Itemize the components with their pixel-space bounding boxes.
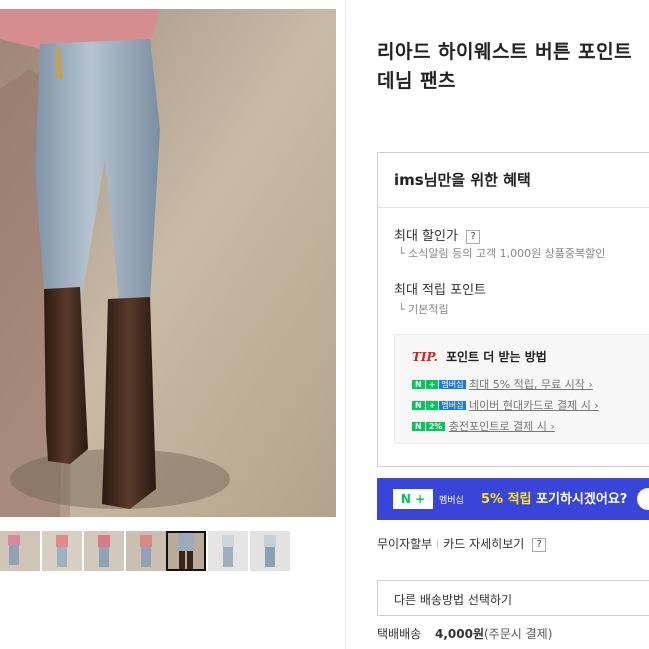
product-title: 리아드 하이웨스트 버튼 포인트 데님 팬츠 <box>377 38 649 96</box>
thumbnail-5-selected[interactable] <box>166 531 206 571</box>
thumbnail-3[interactable] <box>84 531 124 571</box>
max-points-label: 최대 적립 포인트 <box>394 283 486 298</box>
naver-plus-logo-icon: N + <box>393 489 433 509</box>
member-benefit-box: ims님만을 위한 혜택 최대 할인가 ? └ 소식알림 등의 고객 1,000… <box>377 152 649 467</box>
banner-circle-icon <box>637 488 649 510</box>
question-mark-icon[interactable]: ? <box>466 230 481 244</box>
tip-row-membership-start[interactable]: N + 멤버십 최대 5% 적립, 무료 시작 › <box>412 376 593 392</box>
product-title-line-1: 리아드 하이웨스트 버튼 포인트 <box>377 41 633 63</box>
max-points-detail-text: 기본적립 <box>408 303 449 316</box>
tip-row-charge-points[interactable]: N 2% 충전포인트로 결제 시 › <box>412 418 555 434</box>
main-product-photo <box>0 9 336 517</box>
tip-row-text[interactable]: 네이버 현대카드로 결제 시 › <box>469 399 599 412</box>
banner-message: 포기하시겠어요? <box>531 492 628 507</box>
shipping-price: 4,000원 <box>435 627 484 641</box>
delivery-method-select[interactable]: 다른 배송방법 선택하기 <box>377 580 649 616</box>
naver-plus-membership-badge: N + 멤버십 <box>412 399 466 412</box>
tip-row-text[interactable]: 최대 5% 적립, 무료 시작 › <box>469 378 593 391</box>
thumbnail-strip <box>0 531 336 573</box>
max-discount-label: 최대 할인가 ? <box>394 225 481 244</box>
tip-word: TIP. <box>412 350 438 364</box>
shipping-fee-row: 택배배송 4,000원(주문시 결제) <box>377 625 552 642</box>
product-title-line-2: 데님 팬츠 <box>377 70 457 92</box>
column-divider <box>345 0 346 649</box>
thumbnail-6[interactable] <box>208 531 248 571</box>
banner-text: 5% 적립 포기하시겠어요? <box>481 488 627 507</box>
product-page: 리아드 하이웨스트 버튼 포인트 데님 팬츠 ims님만을 위한 혜택 최대 할… <box>0 0 649 649</box>
shipping-method: 택배배송 <box>377 627 422 641</box>
tip-row-hyundai-card[interactable]: N + 멤버십 네이버 현대카드로 결제 시 › <box>412 397 599 413</box>
thumbnail-2[interactable] <box>42 531 82 571</box>
tip-title: TIP. 포인트 더 받는 방법 <box>412 348 547 365</box>
thumbnail-1[interactable] <box>0 531 40 571</box>
max-points-detail: └ 기본적립 <box>398 303 449 316</box>
max-discount-detail: └ 소식알림 등의 고객 1,000원 상품중복할인 <box>398 247 606 260</box>
shipping-note: (주문시 결제) <box>484 627 553 641</box>
membership-promo-banner[interactable]: N + 멤버십 5% 적립 포기하시겠어요? <box>377 478 649 520</box>
card-benefit-link[interactable]: 카드 자세히보기 <box>443 537 524 551</box>
installment-link[interactable]: 무이자할부 <box>377 537 432 551</box>
max-discount-text: 최대 할인가 <box>394 229 458 244</box>
link-separator <box>437 539 439 549</box>
banner-highlight: 5% 적립 <box>481 492 532 507</box>
naver-plus-membership-badge: N + 멤버십 <box>412 378 466 391</box>
banner-membership-label: 멤버십 <box>439 496 464 506</box>
naver-pay-2pct-badge: N 2% <box>412 420 446 433</box>
payment-links-row: 무이자할부 카드 자세히보기 ? <box>377 535 547 552</box>
tip-title-text: 포인트 더 받는 방법 <box>445 350 547 364</box>
tip-row-text[interactable]: 충전포인트로 결제 시 › <box>449 420 555 433</box>
benefit-header: ims님만을 위한 혜택 <box>378 153 649 208</box>
question-mark-icon[interactable]: ? <box>532 538 547 552</box>
thumbnail-7[interactable] <box>250 531 290 571</box>
max-discount-detail-text: 소식알림 등의 고객 1,000원 상품중복할인 <box>408 247 606 260</box>
thumbnail-4[interactable] <box>126 531 166 571</box>
tip-box: TIP. 포인트 더 받는 방법 N + 멤버십 최대 5% 적립, 무료 시작 ›… <box>394 334 649 444</box>
